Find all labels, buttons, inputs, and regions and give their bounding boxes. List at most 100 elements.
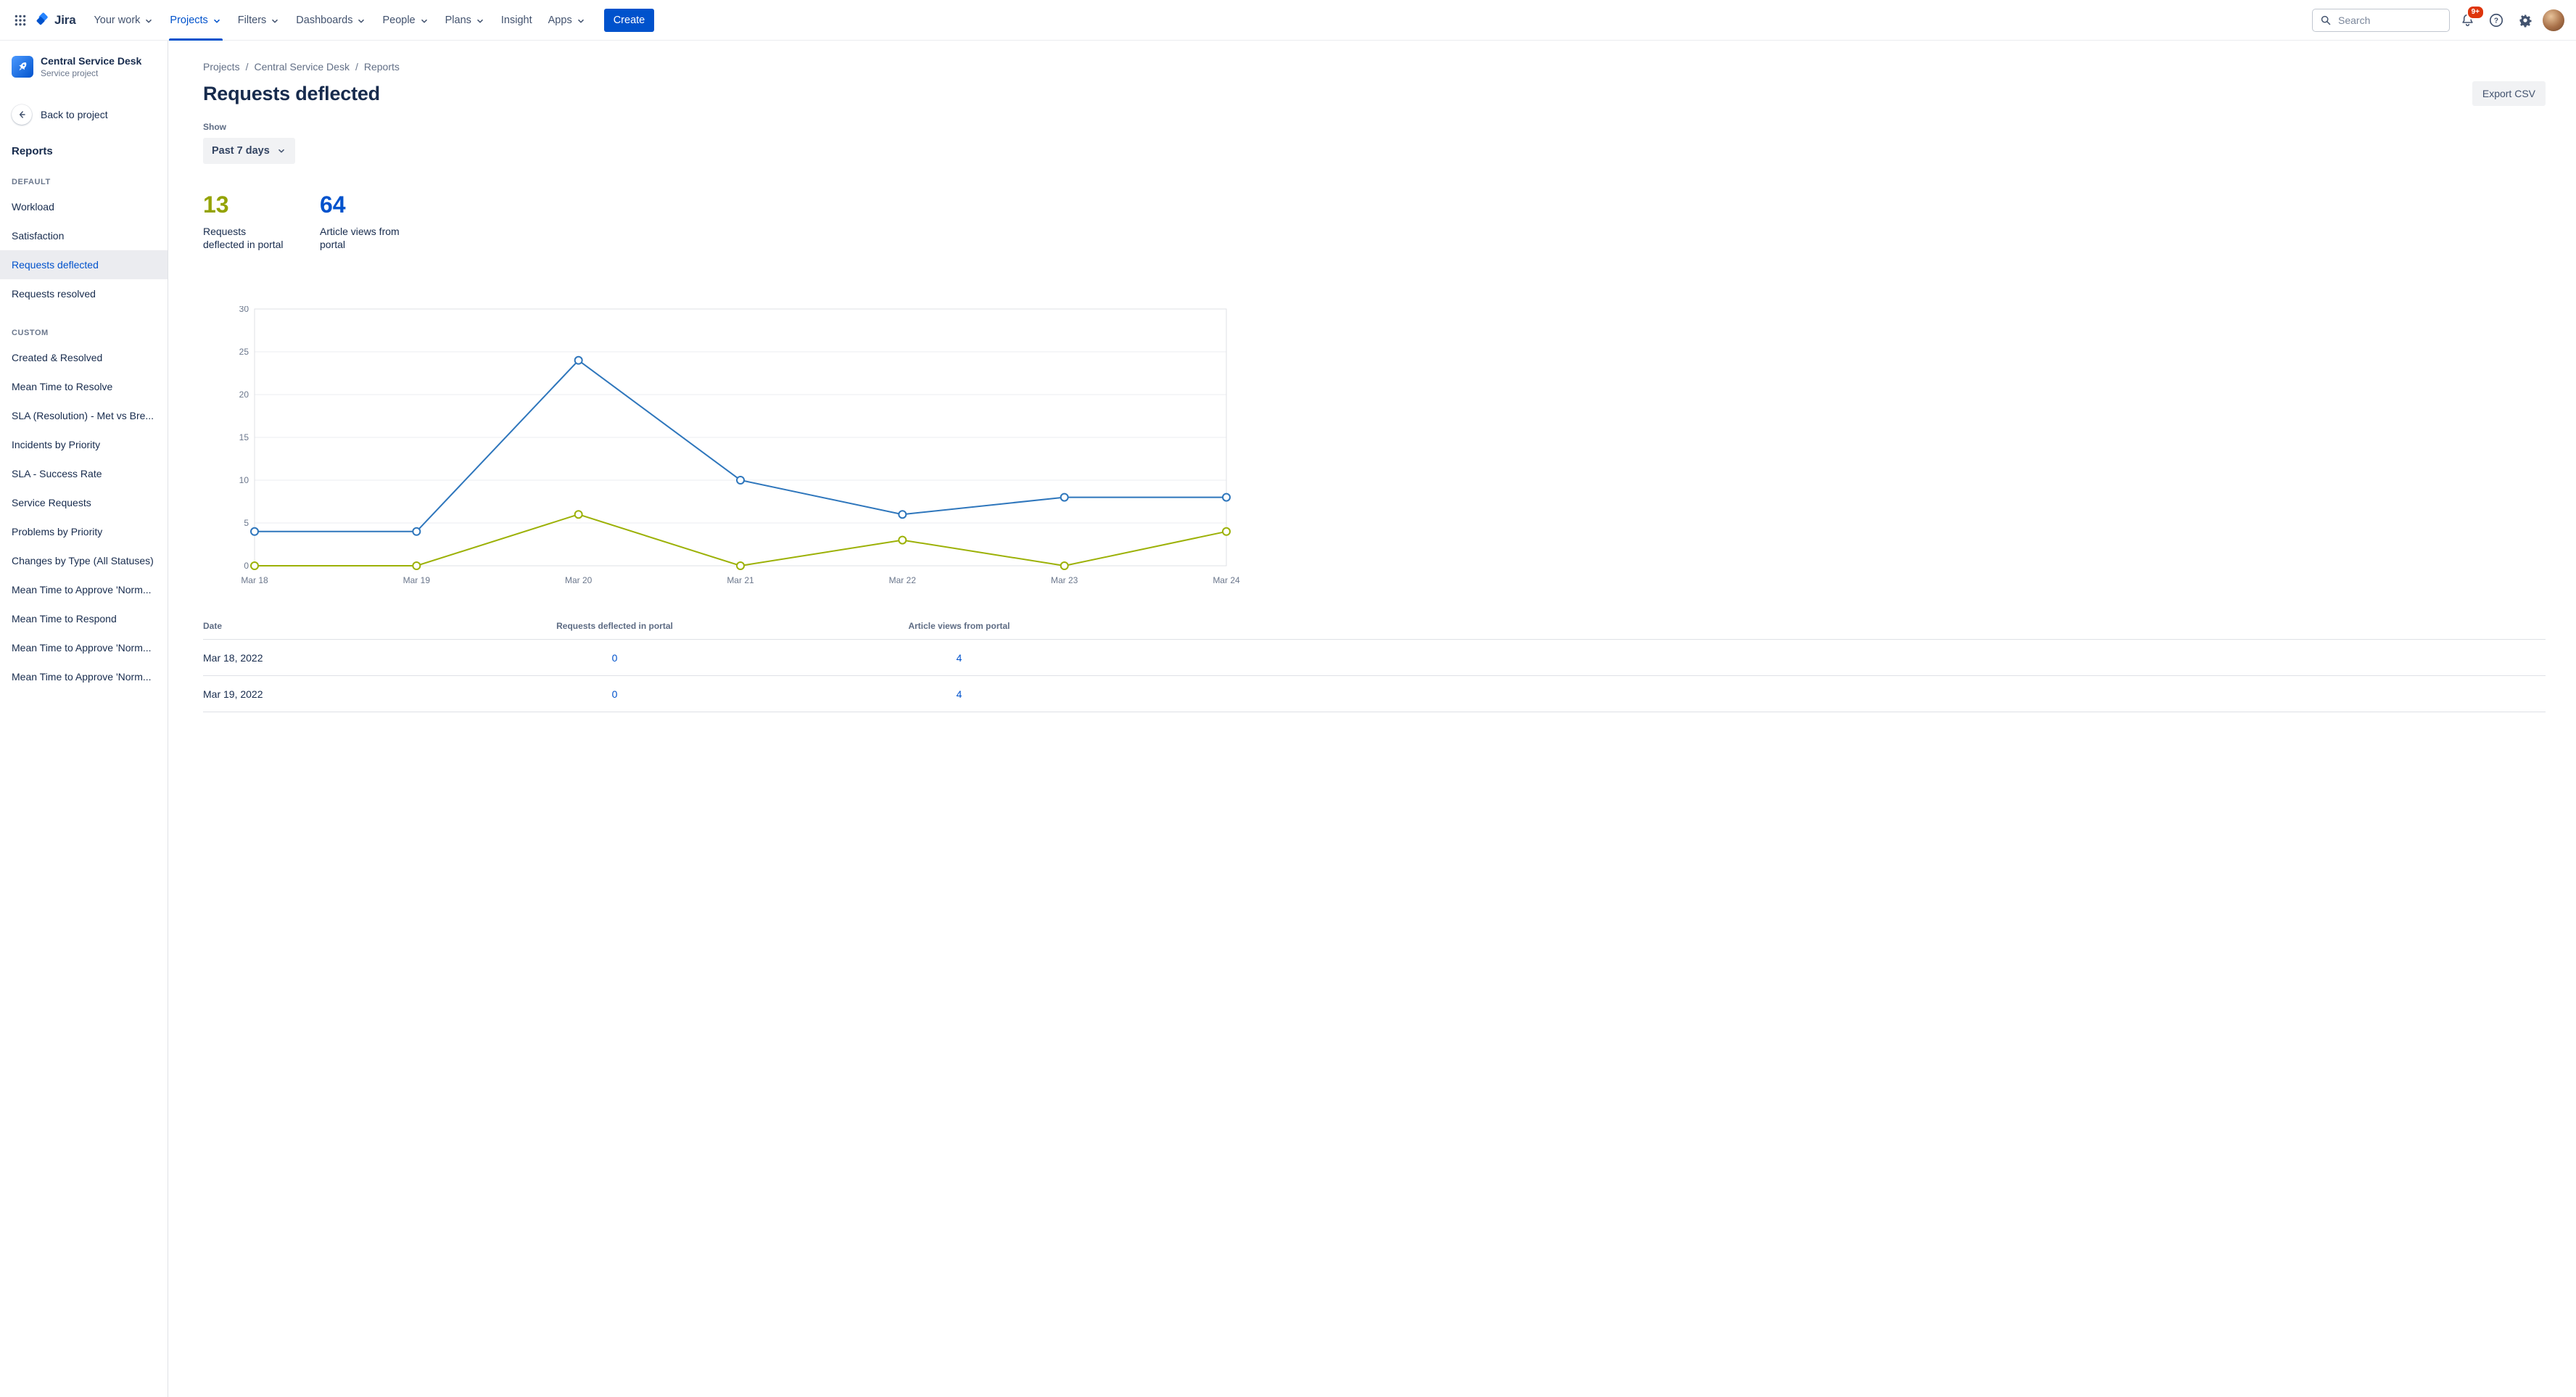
page-title: Requests deflected xyxy=(203,82,380,104)
sidebar-item[interactable]: Mean Time to Approve 'Norm... xyxy=(0,633,168,662)
settings-button[interactable] xyxy=(2514,9,2537,32)
breadcrumb-separator xyxy=(246,61,249,73)
sidebar-item-label: Mean Time to Approve 'Norm... xyxy=(12,642,152,654)
project-header: Central Service Desk Service project xyxy=(0,41,168,84)
project-titles: Central Service Desk Service project xyxy=(41,55,141,78)
column-header-deflected: Requests deflected in portal xyxy=(556,621,673,632)
table-header: Date Requests deflected in portal Articl… xyxy=(203,613,2546,640)
deflected-count-link[interactable]: 0 xyxy=(612,688,618,700)
project-name: Central Service Desk xyxy=(41,55,142,67)
sidebar-item[interactable]: Satisfaction xyxy=(0,221,168,250)
search-box[interactable] xyxy=(2312,8,2450,32)
row-date: Mar 19, 2022 xyxy=(203,688,263,700)
sidebar-item[interactable]: Changes by Type (All Statuses) xyxy=(0,546,168,575)
nav-item[interactable]: Dashboards xyxy=(288,0,374,41)
sidebar-item[interactable]: Service Requests xyxy=(0,488,168,517)
line-chart: 0 5 10 15 20 25 30 Mar 18 Mar 19 Mar 20 Mar 21 Mar … xyxy=(239,304,1240,585)
chevron-down-icon xyxy=(421,19,427,22)
stat-value: 13 xyxy=(203,191,229,218)
row-views-cell: 4 xyxy=(787,688,1131,700)
sidebar-item[interactable]: Mean Time to Respond xyxy=(0,604,168,633)
topbar-left: Jira Your work Projects Filters Dashboar… xyxy=(9,0,655,41)
date-range-value: Past 7 days xyxy=(212,145,270,157)
title-row: Requests deflected Export CSV xyxy=(203,81,2546,106)
svg-text:Mar 20: Mar 20 xyxy=(565,575,593,585)
help-icon: ? xyxy=(2489,13,2503,27)
date-range-dropdown[interactable]: Past 7 days xyxy=(203,138,295,164)
search-input[interactable] xyxy=(2337,13,2442,27)
create-button[interactable]: Create xyxy=(603,8,655,32)
column-header-views: Article views from portal xyxy=(908,621,1010,632)
sidebar-item[interactable]: SLA - Success Rate xyxy=(0,459,168,488)
row-views-cell: 4 xyxy=(787,652,1131,664)
nav-item[interactable]: Your work xyxy=(86,0,162,41)
sidebar-item-label: Mean Time to Resolve xyxy=(12,381,113,392)
export-csv-button[interactable]: Export CSV xyxy=(2472,81,2546,106)
sidebar-item-label: Requests deflected xyxy=(12,259,99,271)
svg-text:0: 0 xyxy=(244,561,249,571)
primary-nav: Your work Projects Filters Dashboards Pe… xyxy=(86,0,593,41)
chevron-down-icon xyxy=(577,19,584,22)
sidebar-group-default: DEFAULT Workload Satisfaction Requests d… xyxy=(0,157,168,308)
sidebar-item[interactable]: Created & Resolved xyxy=(0,343,168,372)
help-button[interactable]: ? xyxy=(2485,9,2508,32)
row-deflected-cell: 0 xyxy=(442,688,787,700)
topbar: Jira Your work Projects Filters Dashboar… xyxy=(0,0,2576,41)
jira-logo-icon xyxy=(36,12,48,25)
nav-item[interactable]: Projects xyxy=(162,0,229,41)
chevron-down-icon xyxy=(213,19,220,22)
search-icon xyxy=(2321,15,2331,25)
sidebar-item-label: Mean Time to Approve 'Norm... xyxy=(12,671,152,683)
sidebar-item[interactable]: Mean Time to Approve 'Norm... xyxy=(0,575,168,604)
svg-text:Mar 21: Mar 21 xyxy=(727,575,754,585)
nav-item[interactable]: Plans xyxy=(437,0,493,41)
chevron-down-icon xyxy=(272,19,278,22)
sidebar-item[interactable]: Workload xyxy=(0,192,168,221)
user-avatar[interactable] xyxy=(2543,9,2564,31)
app-switcher-button[interactable] xyxy=(9,9,32,32)
nav-item[interactable]: People xyxy=(374,0,437,41)
sidebar-item[interactable]: Mean Time to Resolve xyxy=(0,372,168,401)
topbar-right: 9+ ? xyxy=(2312,4,2564,32)
nav-item[interactable]: Apps xyxy=(540,0,594,41)
nav-item-label: Insight xyxy=(500,14,532,26)
sidebar-item[interactable]: Requests resolved xyxy=(0,279,168,308)
breadcrumb: Projects Central Service Desk Reports xyxy=(203,61,2546,73)
nav-item[interactable]: Filters xyxy=(230,0,288,41)
sidebar-item-label: Mean Time to Approve 'Norm... xyxy=(12,584,152,596)
project-type: Service project xyxy=(41,68,99,78)
sidebar-item-label: SLA - Success Rate xyxy=(12,468,102,479)
main-content: Projects Central Service Desk Reports Re… xyxy=(169,41,2576,1397)
back-to-project-button[interactable]: Back to project xyxy=(0,102,168,128)
breadcrumb-projects[interactable]: Projects xyxy=(203,61,240,73)
rocket-icon xyxy=(19,62,27,71)
sidebar-item-label: Satisfaction xyxy=(12,230,65,242)
jira-logo-text: Jira xyxy=(54,12,76,27)
breadcrumb-project[interactable]: Central Service Desk xyxy=(254,61,350,73)
notifications-button[interactable]: 9+ xyxy=(2456,4,2485,32)
sidebar-item[interactable]: Problems by Priority xyxy=(0,517,168,546)
svg-text:Mar 22: Mar 22 xyxy=(889,575,917,585)
deflected-count-link[interactable]: 0 xyxy=(612,652,618,664)
nav-item-label: Projects xyxy=(170,14,208,26)
svg-text:Mar 23: Mar 23 xyxy=(1051,575,1078,585)
sidebar-default-items: Workload Satisfaction Requests deflected… xyxy=(0,192,168,308)
sidebar-item[interactable]: Incidents by Priority xyxy=(0,430,168,459)
sidebar-item[interactable]: SLA (Resolution) - Met vs Bre... xyxy=(0,401,168,430)
breadcrumb-reports[interactable]: Reports xyxy=(364,61,400,73)
sidebar-item[interactable]: Requests deflected xyxy=(0,250,168,279)
table-row: Mar 18, 2022 0 4 xyxy=(203,640,2546,677)
chevron-down-icon xyxy=(146,19,152,22)
sidebar-group-label-default: DEFAULT xyxy=(12,178,51,186)
project-sidebar: Central Service Desk Service project Bac… xyxy=(0,41,168,1397)
article-views-link[interactable]: 4 xyxy=(957,688,962,700)
column-header-date: Date xyxy=(203,621,223,632)
article-views-link[interactable]: 4 xyxy=(957,652,962,664)
stat-label: Requests deflected in portal xyxy=(203,226,284,251)
chevron-down-icon xyxy=(358,19,365,22)
jira-logo[interactable]: Jira xyxy=(35,12,76,28)
sidebar-item-label: Service Requests xyxy=(12,497,91,508)
sidebar-item[interactable]: Mean Time to Approve 'Norm... xyxy=(0,662,168,691)
nav-item[interactable]: Insight xyxy=(493,0,540,41)
stat-label: Article views from portal xyxy=(320,226,400,251)
